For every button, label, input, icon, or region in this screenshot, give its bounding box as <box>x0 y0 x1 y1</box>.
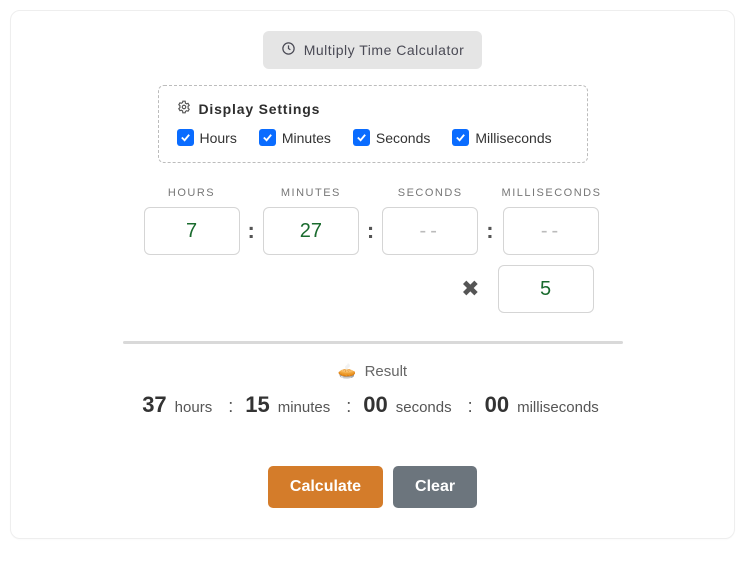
checkbox-row: Hours Minutes Seconds Milliseconds <box>177 129 569 146</box>
checkbox-hours[interactable]: Hours <box>177 129 237 146</box>
minutes-label: MINUTES <box>281 187 341 199</box>
checkbox-label: Hours <box>200 130 237 146</box>
display-settings-panel: Display Settings Hours Minutes Seconds M… <box>158 85 588 163</box>
multiplier-row: ✖ <box>152 265 594 313</box>
time-separator: : <box>486 207 493 255</box>
result-line: 37 hours : 15 minutes : 00 seconds : 00 … <box>35 392 710 418</box>
seconds-input[interactable] <box>382 207 478 255</box>
checkbox-milliseconds[interactable]: Milliseconds <box>452 129 551 146</box>
calculate-button[interactable]: Calculate <box>268 466 383 508</box>
time-input-row: HOURS : MINUTES : SECONDS : MILLISECONDS <box>144 187 602 255</box>
title-pill: Multiply Time Calculator <box>263 31 483 69</box>
minutes-input[interactable] <box>263 207 359 255</box>
result-hours-unit: hours <box>175 399 213 416</box>
checkbox-label: Minutes <box>282 130 331 146</box>
result-label: Result <box>365 363 408 380</box>
milliseconds-input[interactable] <box>503 207 599 255</box>
multiplier-input[interactable] <box>498 265 594 313</box>
hours-label: HOURS <box>168 187 215 199</box>
page-title: Multiply Time Calculator <box>304 42 465 58</box>
check-icon <box>177 129 194 146</box>
result-separator: : <box>468 396 473 417</box>
result-minutes-value: 15 <box>245 392 269 418</box>
time-separator: : <box>248 207 255 255</box>
check-icon <box>452 129 469 146</box>
settings-title: Display Settings <box>199 101 321 117</box>
checkbox-minutes[interactable]: Minutes <box>259 129 331 146</box>
calculator-card: Multiply Time Calculator Display Setting… <box>10 10 735 539</box>
time-separator: : <box>367 207 374 255</box>
minutes-column: MINUTES <box>263 187 359 255</box>
result-seconds-value: 00 <box>363 392 387 418</box>
check-icon <box>259 129 276 146</box>
result-seconds-unit: seconds <box>396 399 452 416</box>
clock-icon <box>281 41 296 59</box>
result-hours-value: 37 <box>142 392 166 418</box>
hours-column: HOURS <box>144 187 240 255</box>
multiply-icon: ✖ <box>461 276 479 302</box>
result-ms-value: 00 <box>485 392 509 418</box>
seconds-label: SECONDS <box>398 187 463 199</box>
result-minutes-unit: minutes <box>278 399 331 416</box>
milliseconds-column: MILLISECONDS <box>502 187 602 255</box>
gear-icon <box>177 100 191 117</box>
checkbox-label: Seconds <box>376 130 430 146</box>
hours-input[interactable] <box>144 207 240 255</box>
result-separator: : <box>228 396 233 417</box>
result-separator: : <box>346 396 351 417</box>
check-icon <box>353 129 370 146</box>
settings-header: Display Settings <box>177 100 569 117</box>
milliseconds-label: MILLISECONDS <box>502 187 602 199</box>
pie-icon: 🥧 <box>338 362 357 380</box>
button-row: Calculate Clear <box>35 466 710 508</box>
result-ms-unit: milliseconds <box>517 399 599 416</box>
seconds-column: SECONDS <box>382 187 478 255</box>
clear-button[interactable]: Clear <box>393 466 477 508</box>
checkbox-seconds[interactable]: Seconds <box>353 129 430 146</box>
checkbox-label: Milliseconds <box>475 130 551 146</box>
result-header: 🥧 Result <box>35 362 710 380</box>
divider <box>123 341 623 344</box>
